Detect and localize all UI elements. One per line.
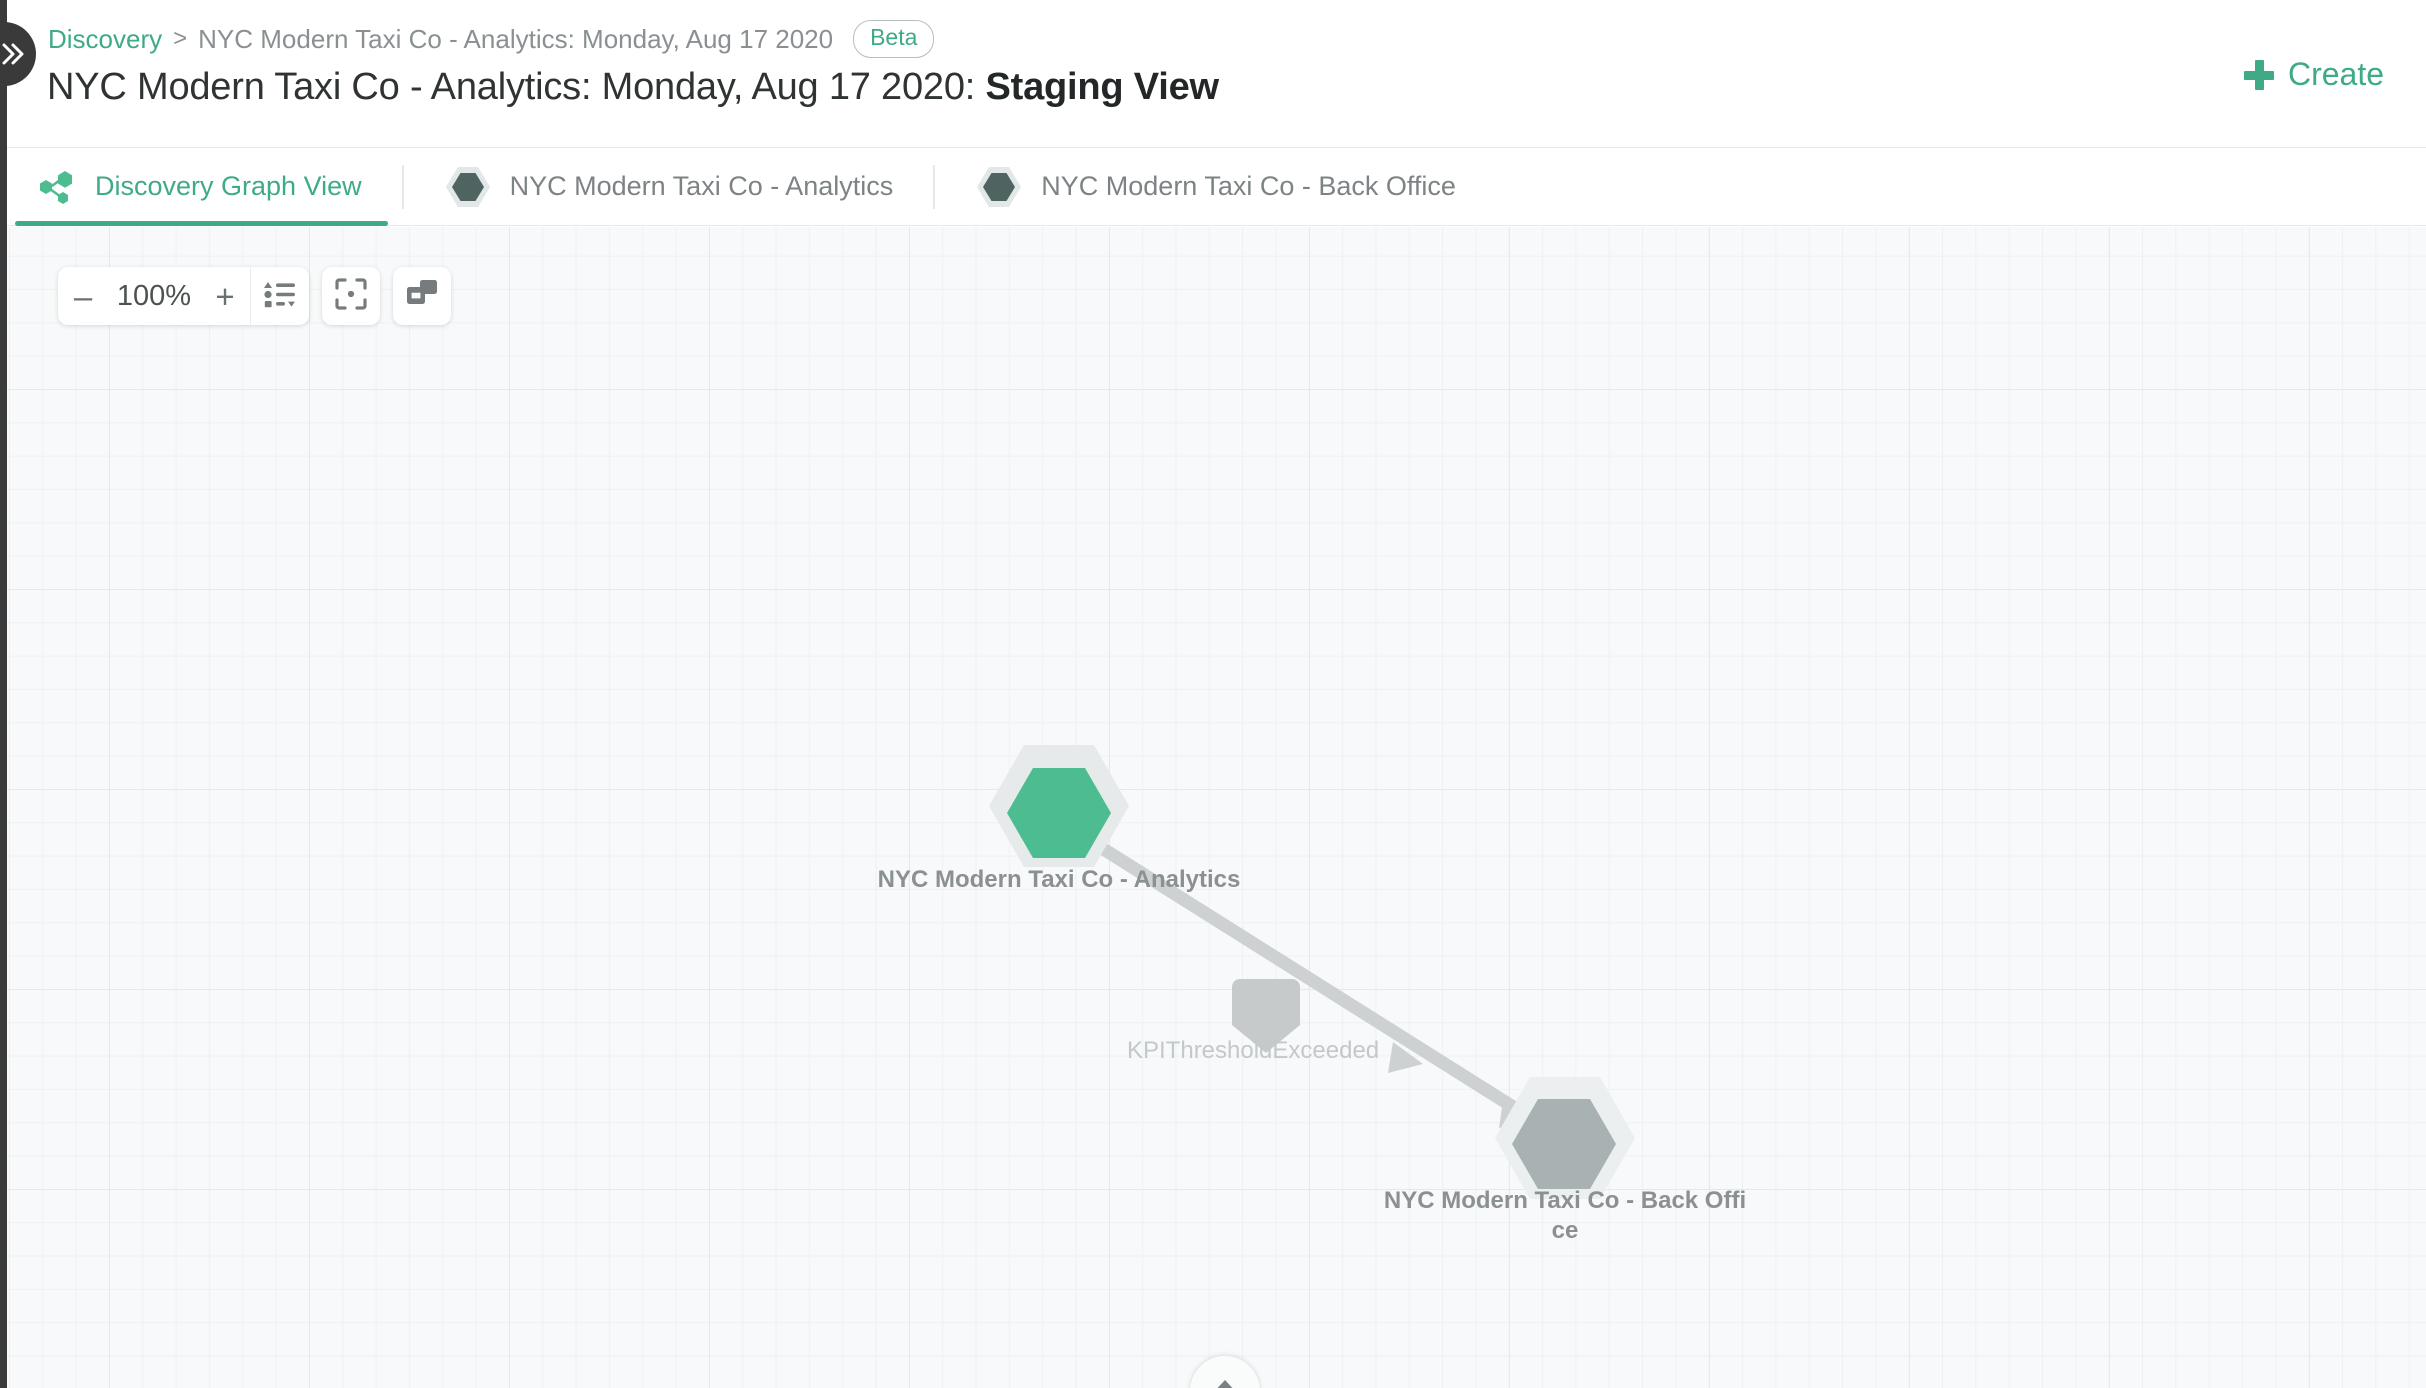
- node-label-analytics: NYC Modern Taxi Co - Analytics: [877, 866, 1241, 893]
- zoom-in-button[interactable]: +: [200, 267, 250, 325]
- zoom-out-button[interactable]: –: [58, 267, 108, 325]
- zoom-toolbar: – 100% +: [58, 267, 451, 325]
- graph-layer: NYC Modern Taxi Co - Analytics NYC Moder…: [7, 227, 2426, 1388]
- page-header: Discovery > NYC Modern Taxi Co - Analyti…: [7, 0, 2426, 148]
- breadcrumb: Discovery > NYC Modern Taxi Co - Analyti…: [48, 20, 935, 58]
- tab-divider: [401, 164, 404, 209]
- tab-divider: [933, 164, 936, 209]
- create-button[interactable]: Create: [2243, 56, 2384, 93]
- hexagon-icon: [975, 165, 1023, 209]
- tab-nyc-modern-taxi-co-back-office[interactable]: NYC Modern Taxi Co - Back Office: [941, 148, 1490, 226]
- breadcrumb-current: NYC Modern Taxi Co - Analytics: Monday, …: [198, 23, 834, 54]
- tab-label: NYC Modern Taxi Co - Back Office: [1041, 171, 1456, 201]
- hexagon-icon: [444, 165, 492, 209]
- graph-nodes-icon: [39, 170, 77, 204]
- fit-to-screen-icon: [335, 277, 367, 315]
- legend-button[interactable]: [251, 267, 309, 325]
- zoom-control-group: – 100% +: [58, 267, 309, 325]
- graph-canvas[interactable]: – 100% + NYC Modern Taxi Co - Analytics …: [7, 227, 2426, 1388]
- layers-button[interactable]: [393, 267, 451, 325]
- page-title-emphasis: Staging View: [985, 66, 1220, 108]
- double-chevron-right-icon: [0, 40, 28, 68]
- overlapping-squares-icon: [406, 279, 438, 314]
- plus-icon: [2243, 59, 2274, 90]
- tab-discovery-graph-view[interactable]: Discovery Graph View: [7, 148, 396, 226]
- tab-nyc-modern-taxi-co-analytics[interactable]: NYC Modern Taxi Co - Analytics: [410, 148, 928, 226]
- breadcrumb-separator: >: [173, 25, 188, 52]
- fit-to-screen-button[interactable]: [322, 267, 380, 325]
- zoom-level-value: 100%: [116, 279, 192, 312]
- sidebar-rail: [0, 0, 7, 1388]
- node-analytics-hit-area[interactable]: [989, 745, 1129, 867]
- legend-list-icon: [264, 280, 296, 313]
- edge-label-kpi-threshold-exceeded: KPIThresholdExceeded: [1127, 1037, 1380, 1064]
- page-title: NYC Modern Taxi Co - Analytics: Monday, …: [47, 66, 1219, 109]
- beta-badge: Beta: [853, 20, 935, 58]
- tab-bar: Discovery Graph View NYC Modern Taxi Co …: [7, 148, 2426, 226]
- node-back-office-hit-area[interactable]: [1495, 1077, 1635, 1199]
- chevron-up-icon: [1210, 1378, 1240, 1388]
- tab-label: NYC Modern Taxi Co - Analytics: [509, 171, 894, 201]
- tab-label: Discovery Graph View: [95, 171, 362, 201]
- create-button-label: Create: [2287, 56, 2384, 92]
- breadcrumb-link-discovery[interactable]: Discovery: [48, 24, 162, 55]
- page-title-prefix: NYC Modern Taxi Co - Analytics: Monday, …: [47, 66, 986, 108]
- discovery-graph-page: Discovery > NYC Modern Taxi Co - Analyti…: [0, 0, 2426, 1388]
- node-label-back-office: NYC Modern Taxi Co - Back Offi ce: [1383, 1187, 1747, 1245]
